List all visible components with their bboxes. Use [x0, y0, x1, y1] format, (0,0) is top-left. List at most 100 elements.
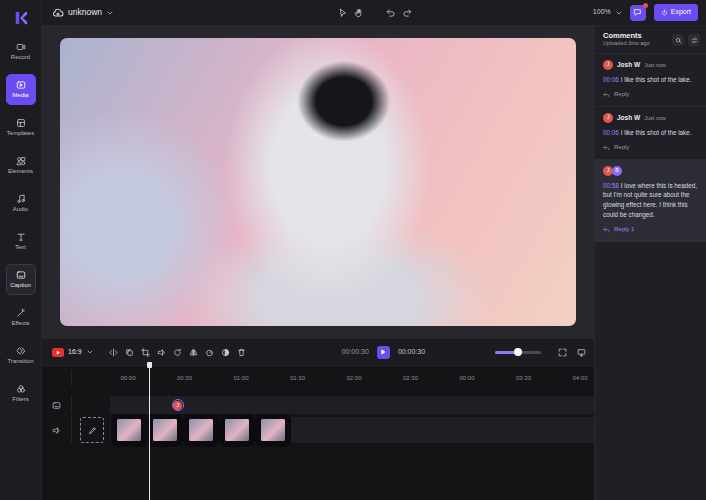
zoom-slider[interactable] — [495, 351, 541, 354]
tool-button[interactable] — [170, 348, 186, 357]
chevron-down-icon[interactable] — [106, 9, 114, 17]
notification-dot — [643, 3, 648, 8]
comments-heading: CommentsUploaded 3mo ago — [603, 31, 672, 47]
ruler-tick: 00:30 — [171, 374, 199, 383]
timeline-ruler[interactable]: 00:0000:3001:0001:3002:0002:3000:0003:30… — [72, 370, 594, 386]
search-button[interactable] — [672, 34, 684, 46]
ruler-tick: 04:00 — [566, 374, 594, 383]
sidebar-item-box[interactable]: Audio — [6, 188, 36, 219]
sidebar-item-box[interactable]: Caption — [6, 264, 36, 295]
undo-icon[interactable] — [386, 8, 396, 18]
marker-avatar: J — [173, 401, 182, 410]
chevron-down-icon[interactable] — [615, 9, 623, 17]
comment-body: I like this shot of the lake. — [621, 129, 692, 136]
ruler-tick: 01:30 — [284, 374, 312, 383]
sidebar-label: Caption — [10, 282, 31, 289]
caption-icon[interactable] — [52, 401, 61, 410]
comment[interactable]: JB00:58I love where this is headed, but … — [595, 160, 706, 242]
comment-marker[interactable]: J — [172, 399, 184, 411]
preview-area — [42, 26, 594, 338]
comment[interactable]: JJosh WJust now00:06I like this shot of … — [595, 54, 706, 107]
sidebar-label: Elements — [8, 168, 33, 175]
video-clip[interactable] — [189, 419, 213, 441]
sidebar-item[interactable]: Record — [6, 36, 36, 67]
sidebar-item[interactable]: Templates — [6, 112, 36, 143]
video-clip[interactable] — [261, 419, 285, 441]
video-clip[interactable] — [117, 419, 141, 441]
hand-icon[interactable] — [354, 8, 364, 18]
sidebar-item[interactable]: Caption — [6, 264, 36, 295]
sidebar: Record Media Templates Elements Audio Text Cap… — [0, 0, 42, 500]
aspect-ratio-menu[interactable]: 16:9 — [52, 347, 94, 358]
play-button[interactable] — [377, 346, 390, 359]
comment-timecode[interactable]: 00:58 — [603, 182, 619, 189]
display-icon[interactable] — [577, 348, 586, 357]
ruler-tick: 00:00 — [453, 374, 481, 383]
project-name[interactable]: unknown — [68, 6, 102, 19]
video-editor: Record Media Templates Elements Audio Text Cap… — [0, 0, 706, 500]
tool-button[interactable] — [202, 348, 218, 357]
sidebar-label: Record — [11, 54, 30, 61]
sidebar-item[interactable]: Elements — [6, 150, 36, 181]
playhead[interactable] — [149, 362, 150, 500]
chevron-down-icon[interactable] — [86, 348, 94, 356]
comment-timecode[interactable]: 00:06 — [603, 129, 619, 136]
sidebar-item-box[interactable]: Text — [6, 226, 36, 257]
fullscreen-icon[interactable] — [558, 348, 567, 357]
tool-button[interactable] — [154, 348, 170, 357]
tool-button[interactable] — [138, 348, 154, 357]
project-menu[interactable]: unknown — [52, 6, 338, 19]
tool-button[interactable] — [186, 348, 202, 357]
tool-button[interactable] — [106, 348, 122, 357]
sidebar-item-box[interactable]: Media — [6, 74, 36, 105]
sidebar-item[interactable]: Effects — [6, 302, 36, 333]
total-time: 00:00:30 — [398, 347, 425, 358]
logo-icon[interactable] — [0, 0, 41, 36]
reply-icon — [603, 226, 610, 233]
sidebar-item[interactable]: Filters — [6, 378, 36, 409]
reply-label: Reply 1 — [614, 225, 634, 234]
tool-button[interactable] — [234, 348, 250, 357]
video-track-header — [42, 417, 72, 443]
sidebar-item-box[interactable]: Transition — [6, 340, 36, 371]
video-preview[interactable] — [60, 38, 576, 326]
aspect-ratio[interactable]: 16:9 — [68, 347, 82, 358]
redo-icon[interactable] — [402, 8, 412, 18]
sidebar-item[interactable]: Text — [6, 226, 36, 257]
comment[interactable]: JJosh WJust now00:06I like this shot of … — [595, 107, 706, 160]
reply-button[interactable]: Reply — [603, 143, 700, 152]
sidebar-item[interactable]: Audio — [6, 188, 36, 219]
play-icon — [379, 348, 387, 356]
ruler-tick: 01:00 — [227, 374, 255, 383]
comment-author: Josh W — [617, 60, 640, 70]
sidebar-item-box[interactable]: Record — [6, 36, 36, 67]
search-icon — [675, 37, 682, 44]
comment-timecode[interactable]: 00:06 — [603, 76, 619, 83]
speaker-icon[interactable] — [52, 426, 61, 435]
zoom-slider-knob[interactable] — [514, 348, 522, 356]
comments-button[interactable] — [630, 5, 646, 21]
tool-button[interactable] — [122, 348, 138, 357]
clip-tools — [106, 348, 250, 357]
edit-cover-button[interactable] — [80, 417, 104, 443]
sidebar-item[interactable]: Transition — [6, 340, 36, 371]
video-clip[interactable] — [225, 419, 249, 441]
video-clip[interactable] — [153, 419, 177, 441]
transition-icon — [16, 346, 26, 356]
reply-button[interactable]: Reply — [603, 90, 700, 99]
reply-button[interactable]: Reply 1 — [603, 225, 700, 234]
zoom-level[interactable]: 100% — [593, 7, 611, 18]
sort-button[interactable] — [688, 34, 700, 46]
sidebar-item-box[interactable]: Filters — [6, 378, 36, 409]
sidebar-item-box[interactable]: Elements — [6, 150, 36, 181]
sidebar-item[interactable]: Media — [6, 74, 36, 105]
editor-center: 16:900:00:3000:00:3000:0000:3001:0001:30… — [42, 26, 594, 500]
cloud-upload-icon[interactable] — [52, 7, 64, 19]
sidebar-item-box[interactable]: Templates — [6, 112, 36, 143]
sidebar-label: Media — [12, 92, 28, 99]
pointer-icon[interactable] — [338, 8, 348, 18]
tool-button[interactable] — [218, 348, 234, 357]
export-button[interactable]: Export — [654, 4, 698, 21]
volume-icon — [157, 348, 166, 357]
sidebar-item-box[interactable]: Effects — [6, 302, 36, 333]
